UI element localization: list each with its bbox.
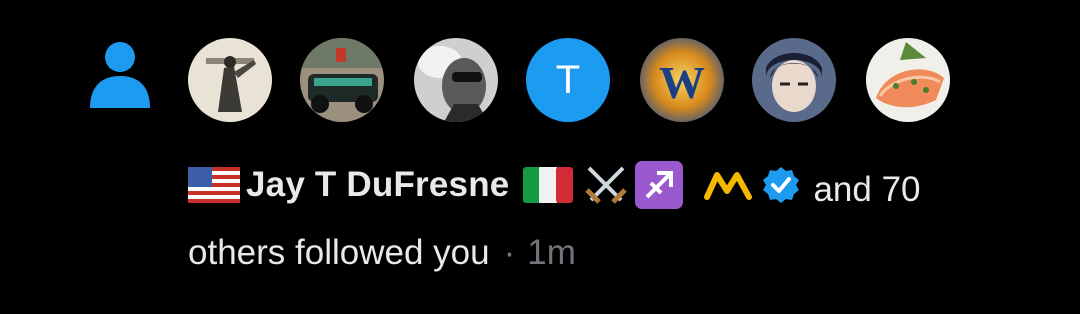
notification-line-1: Jay T DuFresne and 70: [188, 160, 1068, 210]
follower-avatar[interactable]: W: [640, 38, 724, 122]
follower-avatar-letter[interactable]: T: [526, 38, 610, 122]
follower-avatar[interactable]: [752, 38, 836, 122]
italy-flag-icon: [523, 167, 574, 203]
others-followed-text[interactable]: others followed you: [188, 233, 490, 273]
avatar-letter: T: [526, 38, 610, 122]
separator: ·: [503, 233, 516, 272]
follower-avatar[interactable]: [188, 38, 272, 122]
timestamp: 1m: [527, 233, 576, 272]
sagittarius-icon: [635, 161, 684, 209]
crossed-swords-icon: [585, 166, 628, 204]
follower-avatar[interactable]: [300, 38, 384, 122]
verified-badge-icon: [763, 167, 800, 203]
follower-avatar[interactable]: [414, 38, 498, 122]
follower-avatar[interactable]: [866, 38, 950, 122]
follower-name-link[interactable]: Jay T DuFresne: [246, 165, 509, 205]
us-flag-icon: [188, 167, 240, 203]
person-follow-icon: [90, 42, 150, 108]
and-others-count: and 70: [813, 170, 921, 209]
notification-line-2: others followed you · 1m: [188, 228, 576, 278]
yellow-m-icon: [704, 172, 753, 200]
svg-text:W: W: [659, 57, 705, 108]
